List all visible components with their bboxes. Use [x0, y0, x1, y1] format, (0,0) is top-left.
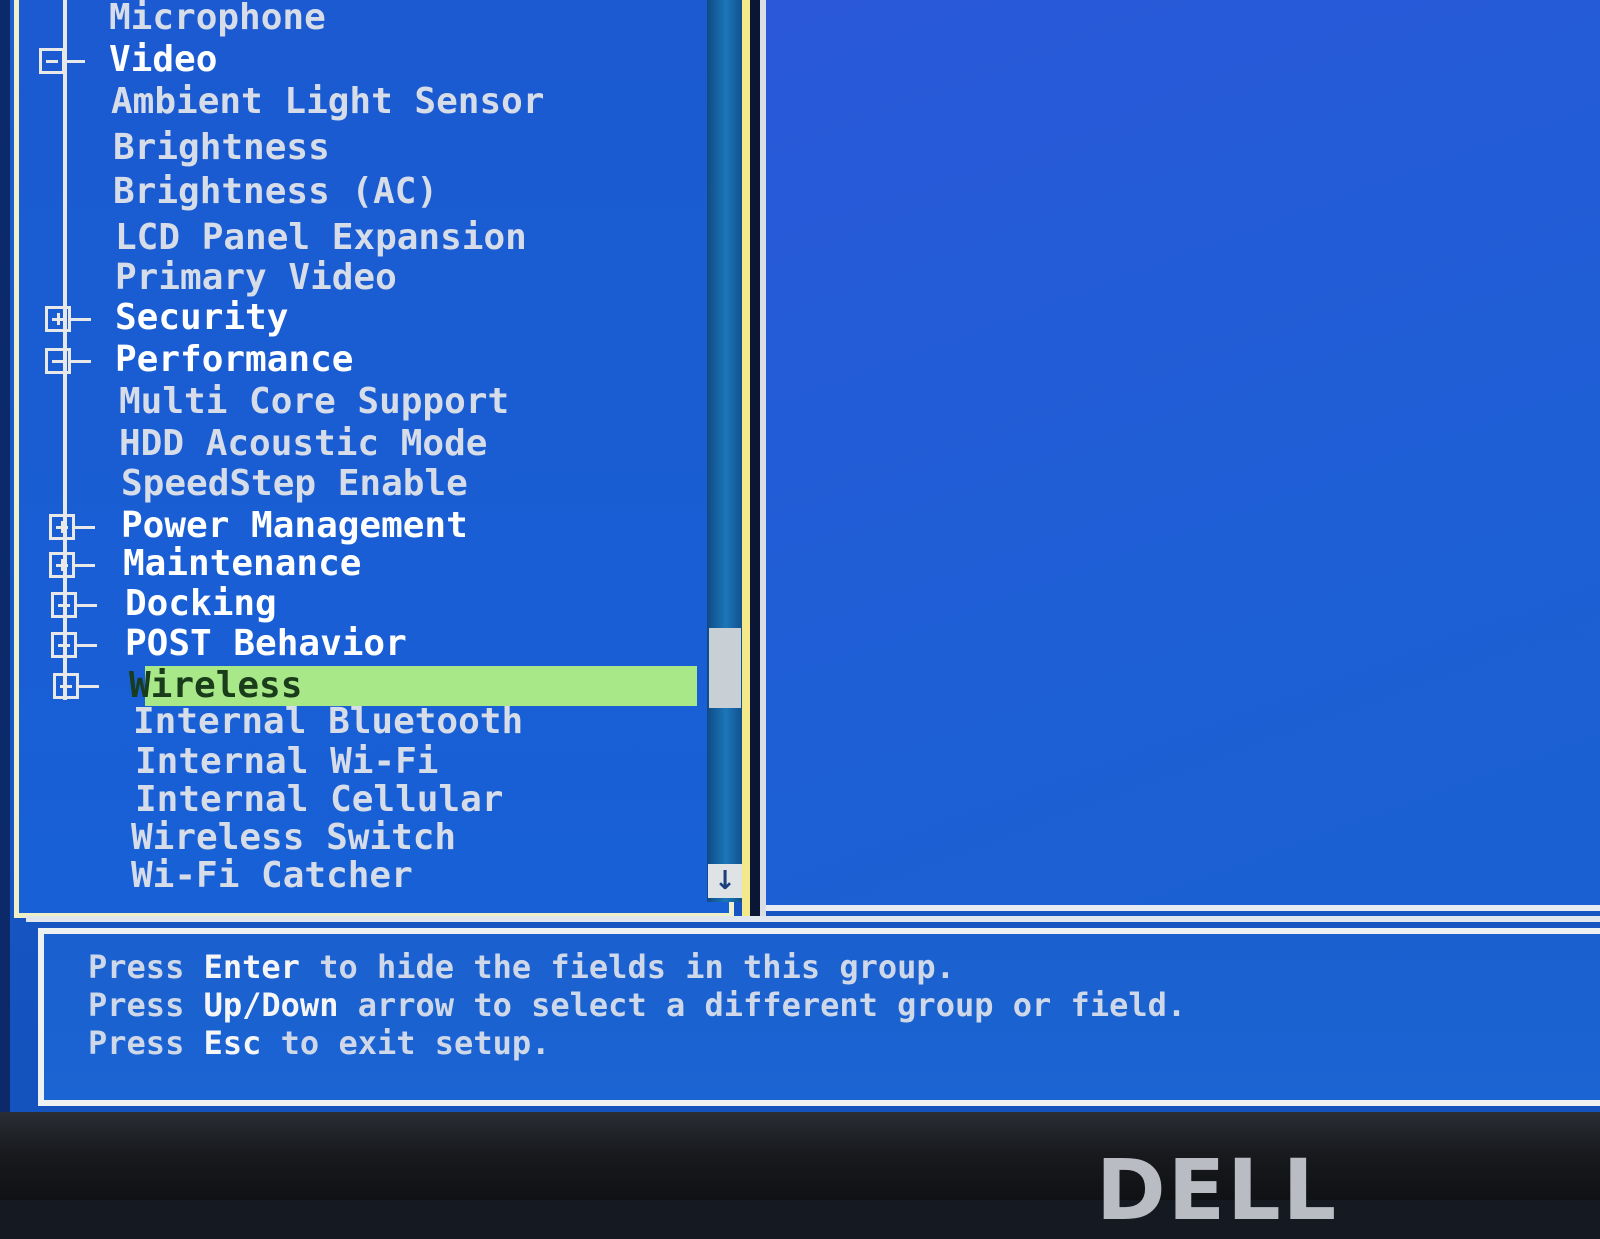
tree-item-primary-video[interactable]: Primary Video: [115, 258, 397, 298]
tree-branch: [71, 360, 91, 363]
help-line-esc: Press Esc to exit setup.: [88, 1024, 551, 1062]
help-panel-top-edge: [26, 916, 1600, 922]
tree-item-internal-bluetooth[interactable]: Internal Bluetooth: [133, 702, 523, 742]
monitor-bezel: [0, 1112, 1600, 1200]
panel-divider-border: [742, 0, 750, 918]
dell-logo: DELL: [1096, 1141, 1339, 1239]
tree-item-wifi-catcher[interactable]: Wi-Fi Catcher: [131, 856, 413, 896]
tree-group-docking[interactable]: Docking: [125, 584, 277, 624]
help-panel: Press Enter to hide the fields in this g…: [38, 928, 1600, 1106]
expand-icon[interactable]: [49, 514, 75, 540]
tree-item-speedstep-enable[interactable]: SpeedStep Enable: [121, 464, 468, 504]
collapse-icon[interactable]: [53, 673, 79, 699]
help-key-enter: Enter: [203, 948, 300, 986]
tree-group-wireless[interactable]: Wireless: [129, 666, 302, 706]
panel-divider-gap: [750, 0, 760, 918]
help-line-enter: Press Enter to hide the fields in this g…: [88, 948, 955, 986]
tree-branch: [65, 60, 85, 63]
collapse-icon[interactable]: [45, 348, 71, 374]
expand-icon[interactable]: [49, 552, 75, 578]
tree-item-internal-cellular[interactable]: Internal Cellular: [135, 780, 503, 820]
tree-group-performance[interactable]: Performance: [115, 340, 353, 380]
screen-left-edge: [0, 0, 10, 1112]
tree-scrollbar[interactable]: ↓: [707, 0, 745, 902]
help-key-updown: Up/Down: [203, 986, 339, 1024]
collapse-icon[interactable]: [39, 48, 65, 74]
tree-item-internal-wifi[interactable]: Internal Wi-Fi: [135, 742, 438, 782]
tree-branch: [71, 318, 91, 321]
scrollbar-thumb[interactable]: [709, 628, 741, 708]
settings-tree-panel: Microphone Video Ambient Light Sensor Br…: [14, 0, 745, 918]
tree-item-brightness-ac[interactable]: Brightness (AC): [113, 172, 438, 212]
tree-group-post-behavior[interactable]: POST Behavior: [125, 624, 407, 664]
tree-item-multi-core-support[interactable]: Multi Core Support: [119, 382, 509, 422]
tree-branch: [77, 644, 97, 647]
tree-item-brightness[interactable]: Brightness: [113, 128, 330, 168]
tree-item-wireless-switch[interactable]: Wireless Switch: [131, 818, 456, 858]
help-key-esc: Esc: [203, 1024, 262, 1062]
arrow-down-icon[interactable]: ↓: [708, 864, 742, 898]
tree-item-hdd-acoustic-mode[interactable]: HDD Acoustic Mode: [119, 424, 487, 464]
expand-icon[interactable]: [45, 306, 71, 332]
tree-branch: [75, 526, 95, 529]
tree-branch: [79, 685, 99, 688]
bios-screen: Microphone Video Ambient Light Sensor Br…: [0, 0, 1600, 1112]
tree-branch: [77, 604, 97, 607]
help-line-updown: Press Up/Down arrow to select a differen…: [88, 986, 1187, 1024]
tree-group-power-management[interactable]: Power Management: [121, 506, 468, 546]
expand-icon[interactable]: [51, 592, 77, 618]
tree-item-lcd-panel-expansion[interactable]: LCD Panel Expansion: [115, 218, 527, 258]
tree-group-maintenance[interactable]: Maintenance: [123, 544, 361, 584]
tree-group-video[interactable]: Video: [109, 40, 217, 80]
expand-icon[interactable]: [51, 632, 77, 658]
settings-detail-panel: [766, 0, 1600, 911]
tree-group-security[interactable]: Security: [115, 298, 288, 338]
tree-item-ambient-light-sensor[interactable]: Ambient Light Sensor: [111, 82, 544, 122]
tree-branch: [75, 564, 95, 567]
tree-item-microphone[interactable]: Microphone: [109, 0, 326, 38]
